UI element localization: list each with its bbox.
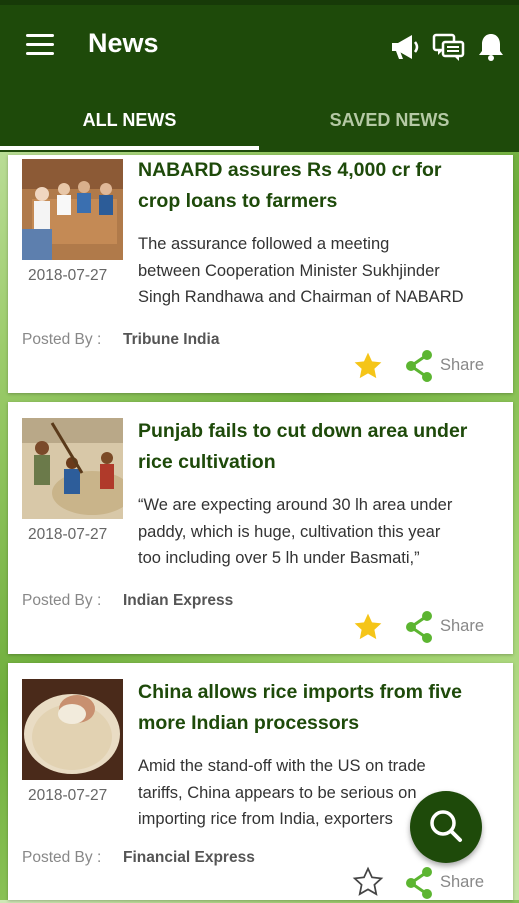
summary-line: too including over 5 lh under Basmati,” <box>138 549 420 567</box>
search-fab-button[interactable] <box>410 791 482 863</box>
news-source: Tribune India <box>123 331 220 348</box>
news-headline[interactable]: China allows rice imports from five more… <box>138 677 503 739</box>
summary-line: between Cooperation Minister Sukhjinder <box>138 261 440 280</box>
tab-all-news[interactable]: ALL NEWS <box>0 92 259 152</box>
news-thumbnail[interactable] <box>22 159 123 260</box>
news-summary: The assurance followed a meeting between… <box>138 231 508 311</box>
tab-indicator <box>0 146 259 150</box>
posted-by-label: Posted By : <box>22 849 102 866</box>
news-card[interactable]: 2018-07-27 Punjab fails to cut down area… <box>8 402 513 654</box>
news-card[interactable]: 2018-07-27 NABARD assures Rs 4,000 cr fo… <box>8 155 513 393</box>
app-bar: News ALL NEWS SAVED NEWS <box>0 0 519 152</box>
share-icon <box>406 867 432 899</box>
share-button[interactable]: Share <box>403 610 503 644</box>
news-headline[interactable]: Punjab fails to cut down area under rice… <box>138 416 503 478</box>
headline-line: NABARD assures Rs 4,000 cr for <box>138 159 442 181</box>
summary-line: The assurance followed a meeting <box>138 235 390 253</box>
news-date: 2018-07-27 <box>28 267 108 284</box>
share-label: Share <box>440 356 485 374</box>
star-filled-icon[interactable] <box>352 611 384 643</box>
menu-icon[interactable] <box>26 34 56 56</box>
news-source: Financial Express <box>123 849 255 866</box>
search-icon <box>430 810 462 842</box>
tab-saved-news[interactable]: SAVED NEWS <box>260 92 519 152</box>
share-icon <box>406 611 432 643</box>
headline-line: Punjab fails to cut down area under <box>138 420 468 442</box>
news-thumbnail[interactable] <box>22 679 123 780</box>
news-summary: “We are expecting around 30 lh area unde… <box>138 492 508 572</box>
chat-icon[interactable] <box>432 30 466 64</box>
share-icon <box>406 350 432 382</box>
share-button[interactable]: Share <box>403 349 503 383</box>
summary-line: “We are expecting around 30 lh area unde… <box>138 496 453 514</box>
megaphone-icon[interactable] <box>388 30 422 64</box>
news-date: 2018-07-27 <box>28 787 108 804</box>
share-label: Share <box>440 873 485 891</box>
star-outline-icon[interactable] <box>352 866 384 898</box>
summary-line: Singh Randhawa and Chairman of NABARD <box>138 288 464 306</box>
headline-line: more Indian processors <box>138 712 360 734</box>
headline-line: crop loans to farmers <box>138 190 338 212</box>
tab-bar: ALL NEWS SAVED NEWS <box>0 92 519 152</box>
summary-line: Amid the stand-off with the US on trade <box>138 757 426 775</box>
headline-line: rice cultivation <box>138 451 276 473</box>
page-title: News <box>88 28 159 58</box>
star-filled-icon[interactable] <box>352 350 384 382</box>
summary-line: paddy, which is huge, cultivation this y… <box>138 522 441 541</box>
news-thumbnail[interactable] <box>22 418 123 519</box>
headline-line: China allows rice imports from five <box>138 681 462 703</box>
posted-by-label: Posted By : <box>22 331 102 348</box>
news-headline[interactable]: NABARD assures Rs 4,000 cr for crop loan… <box>138 155 503 217</box>
status-bar <box>0 0 519 5</box>
share-button[interactable]: Share <box>403 866 503 900</box>
bell-icon[interactable] <box>474 30 508 64</box>
news-source: Indian Express <box>123 592 234 609</box>
posted-by-label: Posted By : <box>22 592 102 609</box>
news-card[interactable]: 2018-07-27 China allows rice imports fro… <box>8 663 513 900</box>
news-date: 2018-07-27 <box>28 526 108 543</box>
share-label: Share <box>440 617 485 635</box>
